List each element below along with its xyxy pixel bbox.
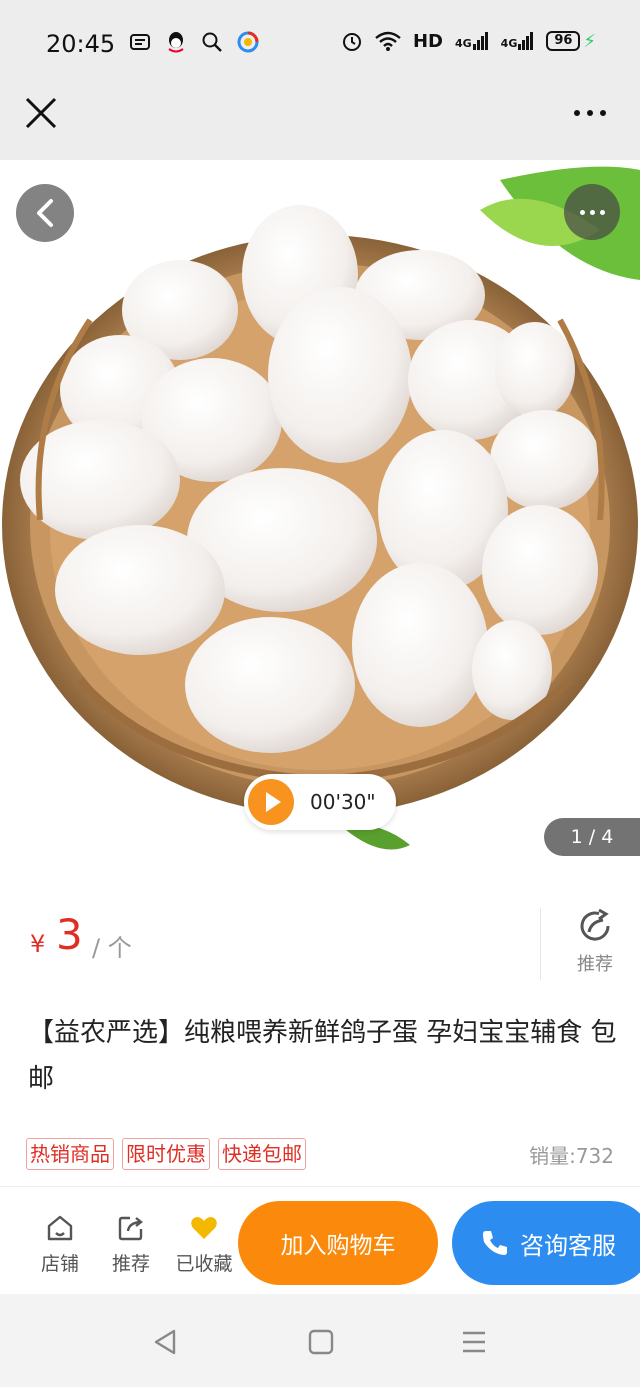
currency-symbol: ¥ bbox=[30, 930, 46, 958]
tag-hot-sale: 热销商品 bbox=[26, 1138, 114, 1170]
charging-icon: ⚡ bbox=[583, 30, 596, 52]
home-square-icon[interactable] bbox=[308, 1328, 334, 1360]
signal-4g-1: 4G bbox=[455, 32, 489, 50]
status-notification-icons bbox=[128, 30, 260, 54]
price-value: 3 bbox=[56, 910, 83, 959]
menu-lines-icon[interactable] bbox=[460, 1328, 488, 1360]
chevron-left-icon bbox=[37, 199, 53, 227]
share-label: 推荐 bbox=[577, 954, 613, 975]
favorite-label: 已收藏 bbox=[175, 1253, 233, 1275]
more-icon[interactable] bbox=[574, 104, 614, 122]
video-duration: 00'30" bbox=[310, 790, 376, 814]
sales-count: 销量:732 bbox=[529, 1144, 614, 1168]
customer-service-label: 咨询客服 bbox=[520, 1231, 616, 1260]
eggs-basket-image bbox=[2, 166, 640, 850]
back-button[interactable] bbox=[16, 184, 74, 242]
recommend-label: 推荐 bbox=[111, 1253, 150, 1275]
battery-level: 96 bbox=[546, 31, 581, 51]
price-unit: / 个 bbox=[92, 934, 132, 962]
share-button[interactable]: 推荐 bbox=[560, 908, 630, 980]
product-title: 【益农严选】纯粮喂养新鲜鸽子蛋 孕妇宝宝辅食 包邮 bbox=[28, 1018, 617, 1094]
signal-bars-icon bbox=[472, 32, 488, 50]
close-icon[interactable] bbox=[24, 96, 58, 130]
image-more-button[interactable] bbox=[564, 184, 620, 240]
store-button[interactable]: 店铺 bbox=[28, 1213, 92, 1276]
search-icon bbox=[200, 30, 224, 54]
share-icon bbox=[580, 908, 610, 941]
bottom-action-bar: 店铺 推荐 已收藏 加入购物车 咨询客服 bbox=[0, 1186, 640, 1294]
heart-icon bbox=[191, 1217, 217, 1239]
system-nav-bar bbox=[0, 1294, 640, 1387]
recommend-button[interactable]: 推荐 bbox=[99, 1213, 163, 1276]
status-time: 20:45 bbox=[46, 30, 116, 58]
share-icon bbox=[118, 1216, 143, 1241]
signal-bars-icon bbox=[518, 32, 534, 50]
price-section: ¥ 3 / 个 推荐 bbox=[0, 880, 640, 1000]
signal-4g-2: 4G bbox=[501, 32, 535, 50]
divider bbox=[540, 908, 541, 980]
image-page-indicator: 1 / 4 bbox=[544, 818, 640, 856]
product-image-carousel[interactable]: 00'30" 1 / 4 bbox=[0, 160, 640, 880]
store-icon bbox=[47, 1215, 73, 1241]
add-to-cart-button[interactable]: 加入购物车 bbox=[238, 1201, 438, 1285]
alarm-icon bbox=[342, 33, 361, 51]
taobao-icon bbox=[128, 30, 152, 54]
play-icon bbox=[248, 779, 294, 825]
tag-free-shipping: 快递包邮 bbox=[218, 1138, 306, 1170]
hd-label: HD bbox=[412, 30, 443, 52]
wifi-icon bbox=[375, 31, 401, 51]
phone-icon bbox=[483, 1231, 507, 1255]
browser-icon bbox=[236, 30, 260, 54]
top-nav-bar bbox=[0, 88, 640, 160]
customer-service-button[interactable]: 咨询客服 bbox=[452, 1201, 640, 1285]
status-bar: 20:45 HD 4G 4G 96 ⚡ bbox=[0, 0, 640, 88]
video-play-button[interactable]: 00'30" bbox=[244, 774, 396, 830]
tag-limited-offer: 限时优惠 bbox=[122, 1138, 210, 1170]
store-label: 店铺 bbox=[40, 1253, 79, 1275]
product-tags: 热销商品 限时优惠 快递包邮 bbox=[26, 1138, 306, 1170]
back-triangle-icon[interactable] bbox=[152, 1328, 178, 1360]
status-system-icons: HD 4G 4G 96 ⚡ bbox=[341, 30, 596, 52]
qq-icon bbox=[164, 30, 188, 54]
battery-indicator: 96 ⚡ bbox=[546, 31, 596, 52]
favorite-button[interactable]: 已收藏 bbox=[172, 1213, 236, 1276]
